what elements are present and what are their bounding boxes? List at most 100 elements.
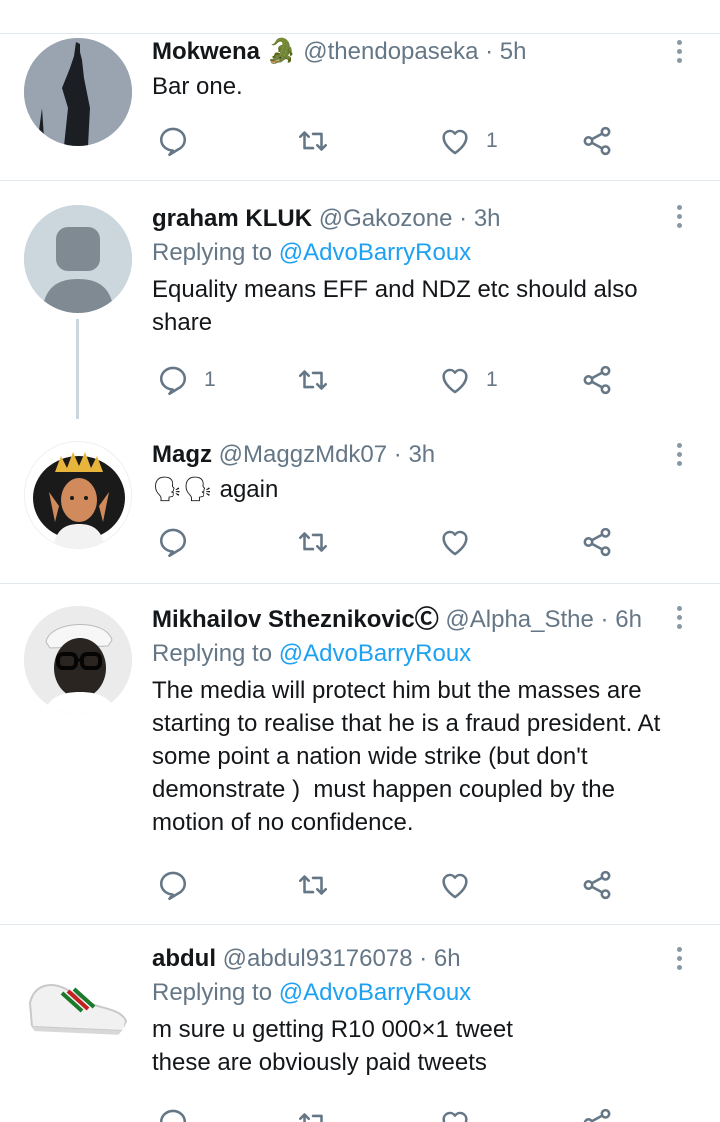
timestamp[interactable]: 5h <box>500 38 527 65</box>
reply-button[interactable] <box>156 121 204 161</box>
avatar[interactable] <box>24 441 132 549</box>
display-name[interactable]: Mokwena <box>152 38 260 65</box>
replying-to-handle[interactable]: @AdvoBarryRoux <box>279 979 471 1006</box>
timestamp[interactable]: 6h <box>615 606 642 633</box>
tweet[interactable]: Mikhailov StheznikovicⒸ @Alpha_Sthe · 6h… <box>0 584 720 924</box>
tweet-actions <box>152 1103 632 1122</box>
like-count: 1 <box>486 129 498 152</box>
heart-icon <box>442 873 468 899</box>
tweet-header: Mokwena 🐊 @thendopaseka · 5h <box>152 36 692 68</box>
retweet-icon <box>298 875 328 895</box>
share-button[interactable] <box>580 1103 614 1122</box>
tweet-text-line: m sure u getting R10 000×1 tweet <box>152 1016 513 1043</box>
retweet-button[interactable] <box>296 1103 330 1122</box>
timestamp[interactable]: 3h <box>408 441 435 468</box>
reply-button[interactable] <box>156 865 190 905</box>
user-handle[interactable]: @thendopaseka <box>303 38 478 65</box>
more-options-icon[interactable] <box>674 606 684 633</box>
replying-to-handle[interactable]: @AdvoBarryRoux <box>279 640 471 667</box>
like-button[interactable] <box>438 865 472 905</box>
tweet-text-line: some point a nation wide strike (but don… <box>152 743 588 770</box>
heart-icon <box>442 368 468 394</box>
tweet-header: graham KLUK @Gakozone · 3h <box>152 203 692 235</box>
retweet-icon <box>298 532 328 552</box>
avatar[interactable] <box>24 945 132 1053</box>
avatar[interactable] <box>24 38 132 146</box>
retweet-button[interactable] <box>296 865 330 905</box>
reply-button[interactable] <box>156 522 190 562</box>
replying-to-label: Replying to <box>152 239 273 266</box>
display-name[interactable]: Mikhailov Stheznikovic <box>152 606 415 633</box>
tweet-actions <box>152 522 632 562</box>
tweet-text-line: 🗣🗣 again <box>152 476 279 503</box>
retweet-button[interactable] <box>296 360 344 400</box>
replying-to: Replying to @AdvoBarryRoux <box>152 235 692 271</box>
tweet-text-line: The media will protect him but the masse… <box>152 677 642 704</box>
more-options-icon[interactable] <box>674 947 684 974</box>
more-options-icon[interactable] <box>674 40 684 67</box>
tweet[interactable]: Mokwena 🐊 @thendopaseka · 5h Bar one. 1 <box>0 34 720 180</box>
share-button[interactable] <box>580 865 614 905</box>
timestamp[interactable]: 3h <box>474 205 501 232</box>
more-options-icon[interactable] <box>674 443 684 470</box>
separator-dot: · <box>459 205 468 232</box>
tweet-text: Equality means EFF and NDZ etc should al… <box>152 273 692 339</box>
replying-to: Replying to @AdvoBarryRoux <box>152 636 692 672</box>
replying-to: Replying to @AdvoBarryRoux <box>152 975 692 1011</box>
avatar[interactable] <box>24 606 132 714</box>
reply-icon <box>159 127 187 157</box>
like-button[interactable]: 1 <box>438 360 498 400</box>
user-handle[interactable]: @Gakozone <box>319 205 453 232</box>
heart-icon <box>442 1111 468 1122</box>
avatar[interactable] <box>24 205 132 313</box>
replying-to-handle[interactable]: @AdvoBarryRoux <box>279 239 471 266</box>
tweet-text-line: Equality means EFF and NDZ etc should al… <box>152 276 638 303</box>
thread-connector <box>76 319 79 419</box>
replying-to-label: Replying to <box>152 979 273 1006</box>
share-icon <box>583 365 611 395</box>
retweet-button[interactable] <box>296 121 344 161</box>
crocodile-emoji: 🐊 <box>266 38 297 65</box>
tweet-text: 🗣🗣 again <box>152 473 692 506</box>
timestamp[interactable]: 6h <box>434 945 461 972</box>
tweet-text-line: motion of no confidence. <box>152 809 414 836</box>
separator-dot: · <box>485 38 494 65</box>
reply-button[interactable] <box>156 1103 190 1122</box>
share-button[interactable] <box>580 522 614 562</box>
tweet[interactable]: graham KLUK @Gakozone · 3h Replying to @… <box>0 181 720 421</box>
reply-count: 1 <box>204 368 216 391</box>
default-avatar-icon <box>24 205 132 313</box>
retweet-icon <box>298 1113 323 1122</box>
tweet-header: abdul @abdul93176078 · 6h <box>152 943 692 975</box>
tweet-text-line: demonstrate ) must happen coupled by the <box>152 776 615 803</box>
statue-avatar-image <box>24 38 132 146</box>
tweet-actions <box>152 865 632 905</box>
more-options-icon[interactable] <box>674 205 684 232</box>
display-name[interactable]: graham KLUK <box>152 205 312 232</box>
tweet-actions: 1 <box>152 121 632 161</box>
tweet-text: m sure u getting R10 000×1 tweet these a… <box>152 1013 692 1079</box>
replying-to-label: Replying to <box>152 640 273 667</box>
display-name[interactable]: abdul <box>152 945 216 972</box>
user-handle[interactable]: @abdul93176078 <box>223 945 413 972</box>
share-button[interactable] <box>580 360 614 400</box>
user-handle[interactable]: @MaggzMdk07 <box>219 441 387 468</box>
reply-button[interactable]: 1 <box>156 360 216 400</box>
like-button[interactable] <box>438 522 472 562</box>
like-button[interactable]: 1 <box>438 121 498 161</box>
tweet-text-line: starting to realise that he is a fraud p… <box>152 710 661 737</box>
tweet-text-line: share <box>152 309 213 336</box>
tweet[interactable]: Magz @MaggzMdk07 · 3h 🗣🗣 again <box>0 421 720 583</box>
tweet-text-line: these are obviously paid tweets <box>152 1049 487 1076</box>
tweet[interactable]: abdul @abdul93176078 · 6h Replying to @A… <box>0 925 720 1122</box>
display-name[interactable]: Magz <box>152 441 212 468</box>
like-button[interactable] <box>438 1103 472 1122</box>
crowned-woman-avatar-image <box>25 442 131 548</box>
share-button[interactable] <box>580 121 614 161</box>
tweet-text: Bar one. <box>152 70 692 103</box>
retweet-button[interactable] <box>296 522 330 562</box>
tweet-header: Mikhailov StheznikovicⒸ @Alpha_Sthe · 6h <box>152 604 692 636</box>
user-handle[interactable]: @Alpha_Sthe <box>445 606 593 633</box>
reply-icon <box>159 1109 187 1122</box>
retweet-icon <box>298 370 328 390</box>
